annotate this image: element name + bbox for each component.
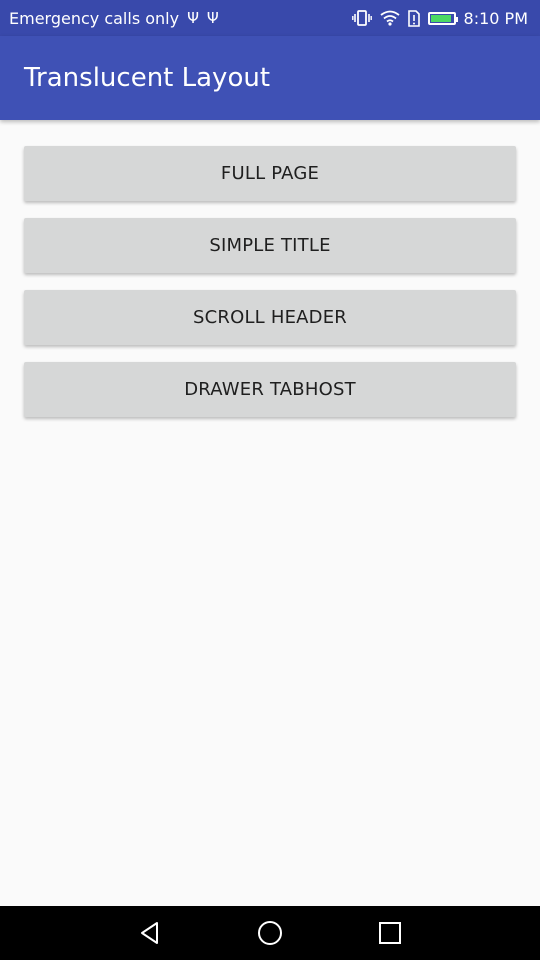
recents-button[interactable] (350, 906, 430, 960)
button-label: DRAWER TABHOST (184, 379, 356, 400)
battery-charging-icon (427, 11, 458, 25)
usb-icon: Ψ (206, 8, 219, 27)
home-button[interactable] (230, 906, 310, 960)
full-page-button[interactable]: FULL PAGE (24, 146, 516, 201)
scroll-header-button[interactable]: SCROLL HEADER (24, 290, 516, 345)
battery-outline (427, 11, 458, 25)
back-icon (141, 922, 158, 944)
button-label: FULL PAGE (220, 163, 320, 184)
button-label: SIMPLE TITLE (209, 235, 331, 256)
usb-icon: Ψ (187, 8, 199, 27)
simple-title-button[interactable]: SIMPLE TITLE (24, 218, 516, 273)
app-bar: Translucent Layout (0, 36, 540, 120)
battery-level (430, 14, 452, 22)
carrier-text: Emergency calls only (9, 8, 180, 28)
vibrate-icon (351, 9, 372, 27)
home-icon (258, 921, 282, 945)
clock-text: 8:10 PM (463, 8, 528, 28)
recents-icon (379, 922, 401, 944)
wifi-icon (379, 10, 400, 26)
drawer-tabhost-button[interactable]: DRAWER TABHOST (24, 362, 516, 417)
sim-alert-icon (407, 9, 420, 27)
status-right: 8:10 PM (351, 8, 528, 28)
page-title: Translucent Layout (24, 63, 271, 93)
button-label: SCROLL HEADER (192, 307, 347, 328)
app-screen: Emergency calls only Ψ Ψ 8:10 PM Translu… (0, 0, 540, 960)
navigation-bar (0, 906, 540, 960)
status-bar: Emergency calls only Ψ Ψ 8:10 PM (0, 0, 540, 36)
back-button[interactable] (110, 906, 190, 960)
button-list: FULL PAGE SIMPLE TITLE SCROLL HEADER DRA… (0, 120, 540, 906)
status-left: Emergency calls only Ψ Ψ (9, 9, 219, 28)
